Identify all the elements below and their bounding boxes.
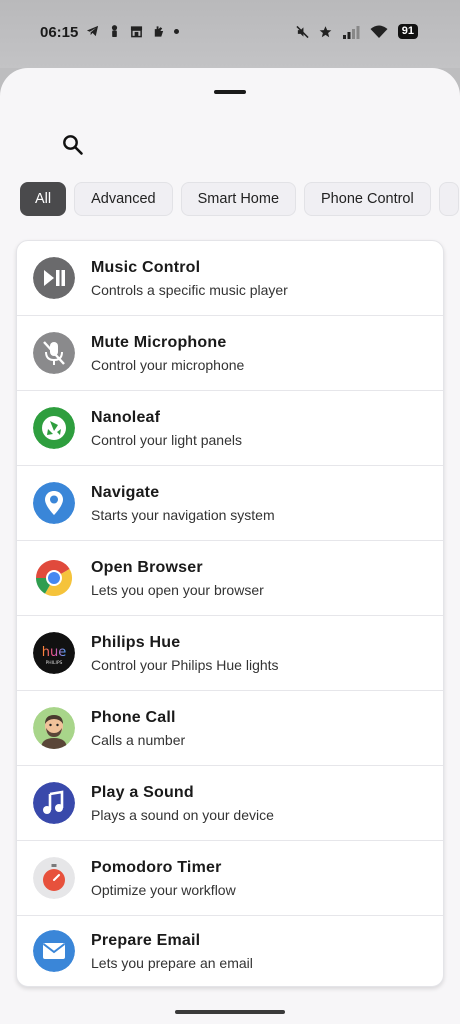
item-subtitle: Plays a sound on your device — [91, 806, 274, 823]
battery-indicator: 91 — [397, 24, 418, 39]
signal-icon — [342, 25, 360, 39]
wifi-icon — [370, 25, 388, 38]
location-pin-icon — [33, 482, 75, 524]
item-subtitle: Control your light panels — [91, 431, 242, 448]
filter-chip-all[interactable]: All — [20, 182, 67, 216]
item-title: Mute Microphone — [91, 333, 227, 351]
filter-chip-smart-home[interactable]: Smart Home — [180, 182, 297, 216]
list-item-music-control[interactable]: Music Control Controls a specific music … — [17, 241, 443, 316]
list-item-play-a-sound[interactable]: Play a Sound Plays a sound on your devic… — [17, 766, 443, 841]
status-time: 06:15 — [40, 24, 79, 41]
item-subtitle: Lets you open your browser — [91, 581, 264, 598]
item-subtitle: Lets you prepare an email — [91, 954, 253, 971]
item-title: Pomodoro Timer — [91, 858, 222, 876]
item-subtitle: Control your microphone — [91, 356, 245, 373]
contact-avatar-icon — [33, 707, 75, 749]
bottom-sheet: All Advanced Smart Home Phone Control Mu… — [0, 68, 460, 1024]
search-icon[interactable] — [60, 132, 86, 158]
item-title: Phone Call — [91, 708, 176, 726]
item-title: Navigate — [91, 483, 160, 501]
list-item-open-browser[interactable]: Open Browser Lets you open your browser — [17, 541, 443, 616]
list-item-mute-microphone[interactable]: Mute Microphone Control your microphone — [17, 316, 443, 391]
play-pause-icon — [33, 257, 75, 299]
person-icon — [111, 25, 118, 38]
item-title: Music Control — [91, 258, 201, 276]
list-item-navigate[interactable]: Navigate Starts your navigation system — [17, 466, 443, 541]
item-subtitle: Starts your navigation system — [91, 506, 275, 523]
item-title: Play a Sound — [91, 783, 194, 801]
item-subtitle: Control your Philips Hue lights — [91, 656, 279, 673]
mail-icon — [33, 930, 75, 972]
store-icon — [130, 26, 143, 38]
telegram-icon — [86, 25, 99, 37]
music-note-icon — [33, 782, 75, 824]
star-icon — [319, 25, 332, 37]
hue-logo-brand: PHILIPS — [46, 660, 63, 666]
filter-chip-phone-control[interactable]: Phone Control — [304, 182, 431, 216]
list-item-philips-hue[interactable]: hue PHILIPS Philips Hue Control your Phi… — [17, 616, 443, 691]
list-item-pomodoro-timer[interactable]: Pomodoro Timer Optimize your workflow — [17, 841, 443, 916]
item-subtitle: Calls a number — [91, 731, 186, 748]
filter-chip-advanced[interactable]: Advanced — [74, 182, 173, 216]
nanoleaf-icon — [33, 407, 75, 449]
notification-dot — [174, 28, 179, 34]
timer-icon — [33, 857, 75, 899]
item-title: Prepare Email — [91, 931, 201, 949]
chrome-icon — [33, 557, 75, 599]
filter-chips: All Advanced Smart Home Phone Control — [20, 182, 460, 216]
hand-icon — [154, 26, 164, 37]
item-title: Open Browser — [91, 558, 203, 576]
list-item-prepare-email[interactable]: Prepare Email Lets you prepare an email — [17, 916, 443, 986]
drag-handle[interactable] — [214, 90, 246, 94]
item-subtitle: Controls a specific music player — [91, 281, 288, 298]
home-indicator[interactable] — [175, 1010, 285, 1014]
item-title: Nanoleaf — [91, 408, 161, 426]
list-item-nanoleaf[interactable]: Nanoleaf Control your light panels — [17, 391, 443, 466]
action-list: Music Control Controls a specific music … — [16, 240, 444, 987]
philips-hue-icon: hue PHILIPS — [33, 632, 75, 674]
mic-off-icon — [33, 332, 75, 374]
filter-chip-more[interactable] — [438, 182, 459, 216]
item-subtitle: Optimize your workflow — [91, 881, 236, 898]
list-item-phone-call[interactable]: Phone Call Calls a number — [17, 691, 443, 766]
mute-icon — [296, 25, 309, 38]
item-title: Philips Hue — [91, 633, 181, 651]
status-bar: 06:15 91 — [0, 0, 460, 68]
hue-logo-word: hue — [42, 645, 66, 660]
